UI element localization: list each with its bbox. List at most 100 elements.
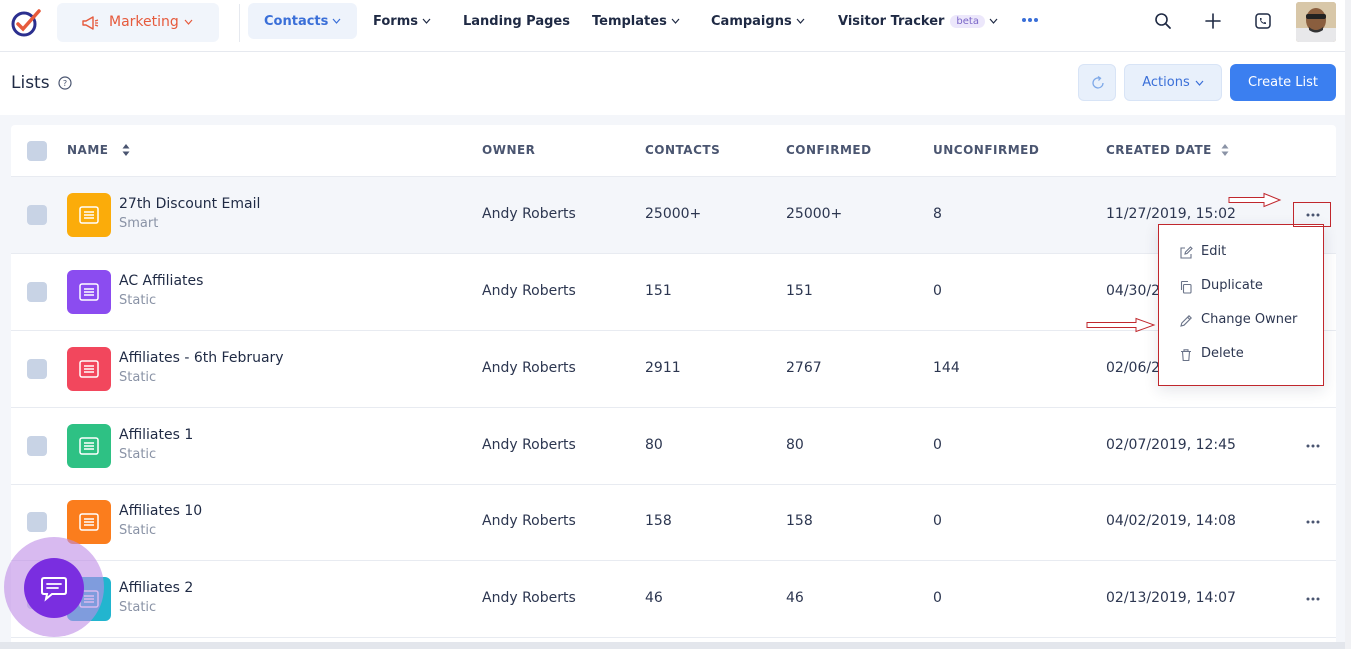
confirmed-cell: 80 [786, 437, 804, 453]
trash-icon [1181, 349, 1191, 362]
list-icon [79, 513, 99, 531]
row-checkbox[interactable] [27, 282, 47, 302]
col-owner: OWNER [482, 143, 536, 157]
plus-icon[interactable] [1204, 12, 1222, 30]
sort-icon[interactable] [1221, 144, 1229, 156]
confirmed-cell: 158 [786, 513, 813, 529]
list-name[interactable]: AC Affiliates [119, 273, 203, 289]
table-row[interactable]: Affiliates 10 Static Andy Roberts 158 15… [11, 484, 1336, 561]
create-list-button[interactable]: Create List [1230, 64, 1336, 101]
menu-item-duplicate[interactable]: Duplicate [1159, 273, 1323, 301]
megaphone-icon [82, 16, 99, 30]
list-name[interactable]: Affiliates 1 [119, 427, 193, 443]
list-icon [79, 283, 99, 301]
horizontal-scrollbar[interactable] [0, 642, 1351, 649]
confirmed-cell: 151 [786, 283, 813, 299]
contacts-cell: 25000+ [645, 206, 702, 222]
workspace-switcher[interactable]: Marketing [57, 3, 219, 42]
table-row[interactable]: 27th Discount Email Smart Andy Roberts 2… [11, 177, 1336, 254]
unconfirmed-cell: 0 [933, 437, 942, 453]
created-date-cell: 02/07/2019, 12:45 [1106, 437, 1236, 453]
list-name[interactable]: Affiliates - 6th February [119, 350, 284, 366]
chevron-down-icon [422, 18, 431, 24]
list-name[interactable]: Affiliates 10 [119, 503, 202, 519]
search-icon[interactable] [1154, 12, 1172, 30]
list-type-icon [67, 270, 111, 314]
table-row[interactable]: Affiliates 1 Static Andy Roberts 80 80 0… [11, 408, 1336, 485]
list-icon [79, 437, 99, 455]
row-checkbox[interactable] [27, 512, 47, 532]
nav-campaigns[interactable]: Campaigns [711, 3, 805, 39]
row-checkbox[interactable] [27, 205, 47, 225]
col-unconfirmed: UNCONFIRMED [933, 143, 1040, 157]
list-name[interactable]: Affiliates 2 [119, 580, 193, 596]
lists-table: NAME OWNER CONTACTS CONFIRMED UNCONFIRME… [11, 125, 1336, 649]
nav-templates-label: Templates [592, 13, 667, 29]
chevron-down-icon [1195, 80, 1204, 86]
list-type: Static [119, 523, 157, 538]
nav-divider [239, 4, 240, 42]
vertical-scrollbar[interactable] [1345, 0, 1351, 649]
copy-icon [1180, 280, 1192, 294]
select-all-checkbox[interactable] [27, 141, 47, 161]
owner-cell: Andy Roberts [482, 590, 576, 606]
owner-cell: Andy Roberts [482, 513, 576, 529]
list-type-icon [67, 424, 111, 468]
unconfirmed-cell: 0 [933, 590, 942, 606]
list-type: Smart [119, 216, 159, 231]
nav-landing-pages[interactable]: Landing Pages [463, 3, 570, 39]
menu-item-edit[interactable]: Edit [1159, 239, 1323, 267]
actions-button-label: Actions [1142, 75, 1190, 90]
nav-forms-label: Forms [373, 13, 418, 29]
more-icon[interactable] [1021, 17, 1039, 23]
contacts-cell: 80 [645, 437, 663, 453]
nav-campaigns-label: Campaigns [711, 13, 792, 29]
contacts-cell: 151 [645, 283, 672, 299]
row-more-icon[interactable] [1306, 597, 1320, 601]
actions-button[interactable]: Actions [1124, 64, 1222, 101]
row-more-icon[interactable] [1306, 520, 1320, 524]
refresh-button[interactable] [1078, 64, 1116, 101]
chevron-down-icon [332, 18, 341, 24]
workspace-label: Marketing [109, 14, 179, 30]
col-created-date[interactable]: CREATED DATE [1106, 143, 1212, 157]
nav-templates[interactable]: Templates [592, 3, 680, 39]
col-name[interactable]: NAME [67, 143, 108, 157]
chat-button[interactable] [24, 558, 84, 618]
avatar[interactable] [1296, 2, 1336, 42]
menu-item-label: Edit [1201, 244, 1227, 259]
list-type-icon [67, 193, 111, 237]
list-type-icon [67, 347, 111, 391]
menu-item-label: Change Owner [1201, 312, 1298, 327]
top-navbar: Marketing Contacts Forms Landing Pages T… [0, 0, 1351, 52]
unconfirmed-cell: 8 [933, 206, 942, 222]
table-row[interactable]: Affiliates 2 Static Andy Roberts 46 46 0… [11, 561, 1336, 638]
edit-icon [1180, 246, 1193, 259]
nav-forms[interactable]: Forms [373, 3, 431, 39]
row-checkbox[interactable] [27, 359, 47, 379]
owner-cell: Andy Roberts [482, 360, 576, 376]
menu-item-change-owner[interactable]: Change Owner [1159, 307, 1323, 335]
contacts-cell: 158 [645, 513, 672, 529]
help-icon[interactable]: ? [58, 76, 72, 90]
row-more-icon[interactable] [1306, 444, 1320, 448]
sort-icon[interactable] [122, 144, 130, 156]
phone-icon[interactable] [1254, 12, 1272, 30]
contacts-cell: 46 [645, 590, 663, 606]
created-date-cell: 11/27/2019, 15:02 [1106, 206, 1236, 222]
confirmed-cell: 46 [786, 590, 804, 606]
annotation-arrow-icon [1228, 192, 1282, 208]
unconfirmed-cell: 144 [933, 360, 960, 376]
menu-item-label: Delete [1201, 346, 1244, 361]
list-name[interactable]: 27th Discount Email [119, 196, 260, 212]
app-logo-icon[interactable] [10, 8, 42, 38]
table-row[interactable]: Affiliates - 6th February Static Andy Ro… [11, 331, 1336, 408]
created-date-cell: 04/02/2019, 14:08 [1106, 513, 1236, 529]
owner-cell: Andy Roberts [482, 283, 576, 299]
menu-item-delete[interactable]: Delete [1159, 341, 1323, 369]
refresh-icon [1092, 75, 1104, 89]
nav-visitor-tracker[interactable]: Visitor Tracker beta [838, 3, 998, 39]
row-checkbox[interactable] [27, 436, 47, 456]
owner-cell: Andy Roberts [482, 437, 576, 453]
nav-contacts[interactable]: Contacts [248, 3, 358, 39]
